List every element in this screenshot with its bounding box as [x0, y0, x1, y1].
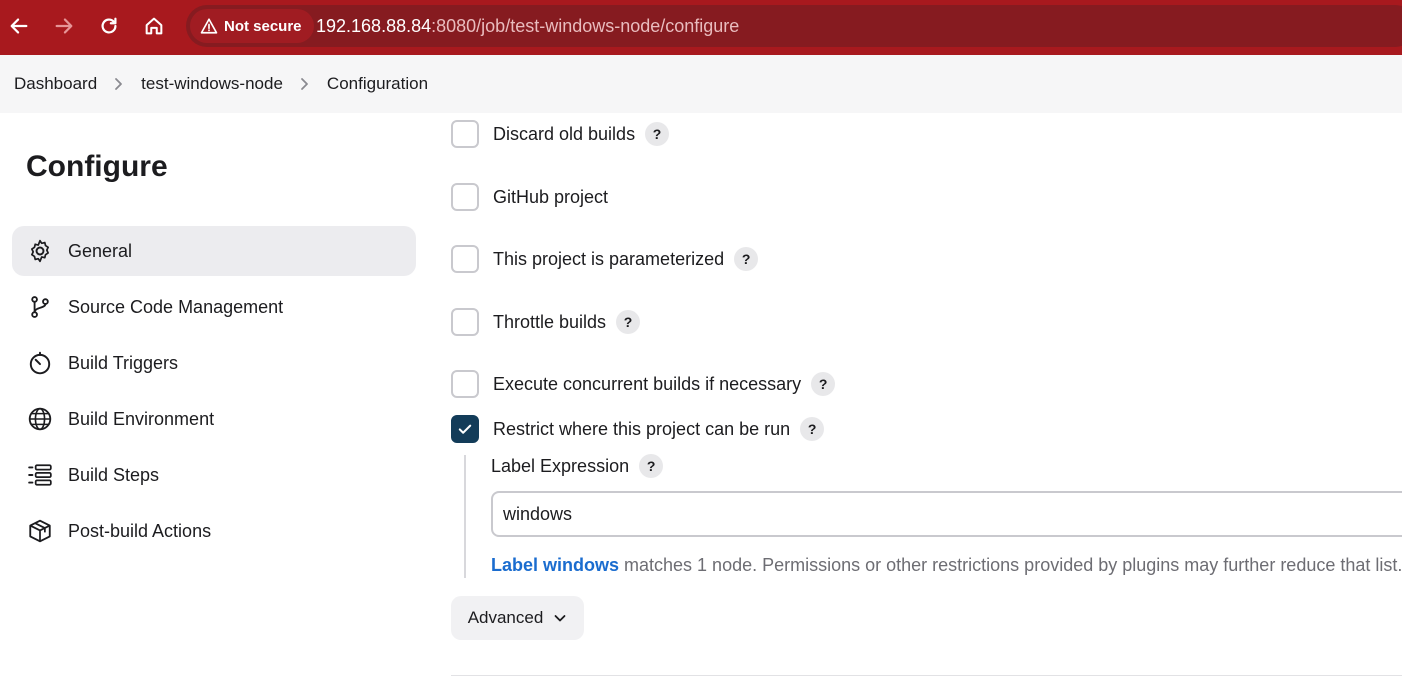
security-chip[interactable]: Not secure	[190, 9, 314, 43]
checkmark-icon	[458, 424, 472, 434]
option-label: Execute concurrent builds if necessary	[493, 373, 802, 394]
nested-section-rule	[464, 455, 466, 578]
checkbox-discard-old-builds[interactable]	[451, 120, 479, 148]
option-github-project: GitHub project	[451, 183, 608, 211]
advanced-label: Advanced	[467, 608, 544, 627]
help-icon[interactable]: ?	[616, 310, 641, 334]
gear-icon	[26, 237, 54, 265]
sidebar-item-label: Build Triggers	[68, 352, 179, 373]
back-button[interactable]	[3, 10, 35, 42]
package-icon	[26, 517, 54, 545]
label-windows-link[interactable]: Label windows	[491, 555, 619, 575]
label-expression-input[interactable]	[491, 491, 1402, 537]
arrow-right-icon	[55, 18, 73, 34]
label-expression-label: Label Expression ?	[491, 454, 664, 478]
sidebar-item-source-code-management[interactable]: Source Code Management	[12, 282, 416, 332]
checkbox-github-project[interactable]	[451, 183, 479, 211]
help-icon[interactable]: ?	[639, 454, 664, 478]
checkbox-parameterized[interactable]	[451, 245, 479, 273]
sidebar-item-label: Source Code Management	[68, 296, 284, 317]
arrow-left-icon	[10, 18, 28, 34]
help-icon[interactable]: ?	[645, 122, 670, 146]
home-button[interactable]	[138, 10, 170, 42]
advanced-button[interactable]: Advanced	[451, 596, 584, 640]
home-icon	[145, 17, 163, 35]
globe-icon	[26, 405, 54, 433]
sidebar-item-general[interactable]: General	[12, 226, 416, 276]
option-label: Restrict where this project can be run	[493, 418, 791, 439]
chevron-right-icon	[97, 77, 141, 91]
checkbox-concurrent-builds[interactable]	[451, 370, 479, 398]
option-restrict-where-run: Restrict where this project can be run ?	[451, 415, 825, 443]
chevron-right-icon	[283, 77, 327, 91]
section-divider	[451, 675, 1402, 676]
option-label: Discard old builds	[493, 123, 636, 144]
warning-icon	[200, 18, 218, 34]
option-concurrent-builds: Execute concurrent builds if necessary ?	[451, 370, 836, 398]
sidebar-item-label: Build Environment	[68, 408, 215, 429]
field-label: Label Expression	[491, 455, 630, 476]
option-label: Throttle builds	[493, 311, 607, 332]
breadcrumb: Dashboard test-windows-node Configuratio…	[0, 55, 1402, 113]
option-label: GitHub project	[493, 186, 609, 207]
chevron-down-icon	[554, 615, 566, 622]
sidebar-item-post-build-actions[interactable]: Post-build Actions	[12, 506, 416, 556]
forward-button[interactable]	[48, 10, 80, 42]
url-host: 192.168.88.84	[316, 16, 432, 36]
help-icon[interactable]: ?	[800, 417, 825, 441]
reload-button[interactable]	[93, 10, 125, 42]
sidebar-item-label: General	[68, 240, 133, 261]
option-discard-old-builds: Discard old builds ?	[451, 120, 670, 148]
match-text: matches 1 node. Permissions or other res…	[619, 555, 1402, 575]
sidebar-item-label: Post-build Actions	[68, 520, 212, 541]
reload-icon	[101, 17, 117, 34]
checkbox-throttle-builds[interactable]	[451, 308, 479, 336]
browser-toolbar: Not secure 192.168.88.84:8080/job/test-w…	[0, 0, 1402, 55]
option-label: This project is parameterized	[493, 248, 725, 269]
timer-icon	[26, 349, 54, 377]
page-title: Configure	[26, 150, 168, 183]
checkbox-restrict-where-run[interactable]	[451, 415, 479, 443]
branch-icon	[26, 293, 54, 321]
sidebar-nav: General Source Code Management Build Tri…	[12, 226, 416, 562]
option-throttle-builds: Throttle builds ?	[451, 308, 641, 336]
address-bar[interactable]: Not secure 192.168.88.84:8080/job/test-w…	[186, 5, 1402, 47]
breadcrumb-dashboard[interactable]: Dashboard	[14, 74, 97, 94]
label-match-note: Label windows matches 1 node. Permission…	[491, 555, 1402, 576]
breadcrumb-job[interactable]: test-windows-node	[141, 74, 283, 94]
help-icon[interactable]: ?	[734, 247, 759, 271]
help-icon[interactable]: ?	[811, 372, 836, 396]
sidebar-item-build-environment[interactable]: Build Environment	[12, 394, 416, 444]
option-parameterized: This project is parameterized ?	[451, 245, 759, 273]
list-icon	[26, 461, 54, 489]
sidebar-item-label: Build Steps	[68, 464, 160, 485]
breadcrumb-configuration[interactable]: Configuration	[327, 74, 428, 94]
url-text[interactable]: 192.168.88.84:8080/job/test-windows-node…	[316, 16, 739, 37]
sidebar-item-build-triggers[interactable]: Build Triggers	[12, 338, 416, 388]
sidebar-item-build-steps[interactable]: Build Steps	[12, 450, 416, 500]
security-label: Not secure	[224, 17, 302, 35]
url-path: :8080/job/test-windows-node/configure	[431, 16, 740, 36]
